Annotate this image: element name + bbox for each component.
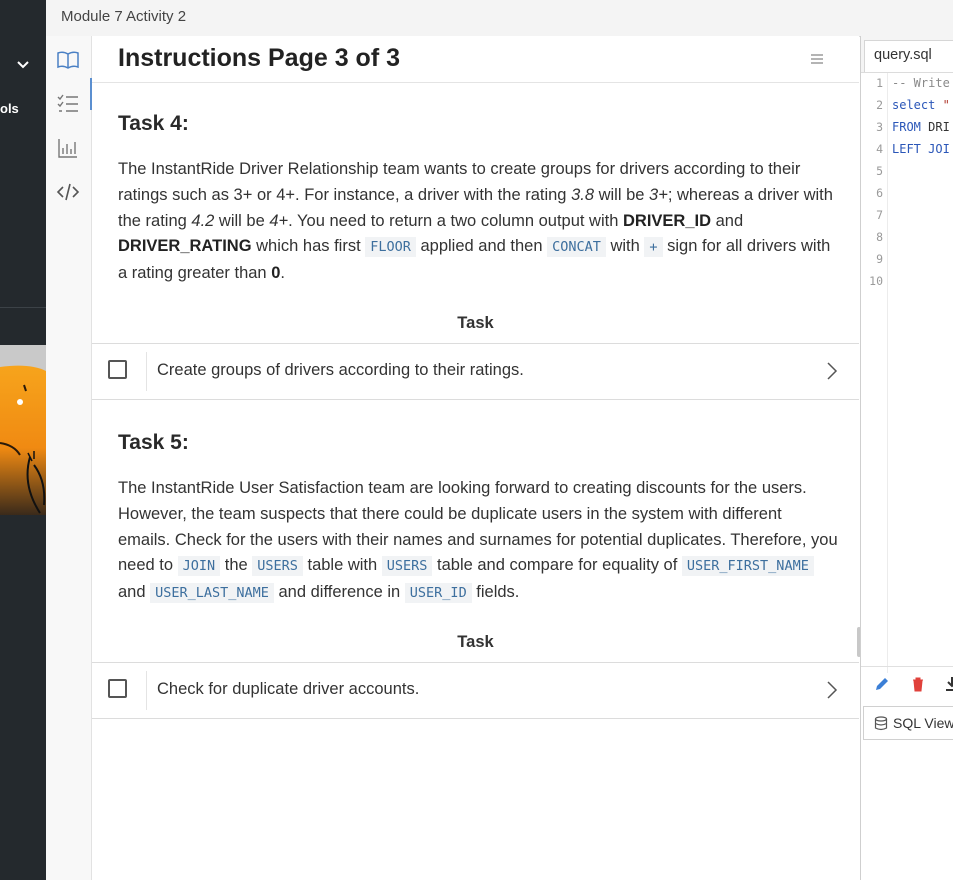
sql-view-label: SQL View [893,715,953,731]
code-line[interactable]: select " [892,98,950,112]
chevron-right-icon[interactable] [825,680,839,700]
line-number: 7 [876,208,883,222]
task-5-item[interactable]: Check for duplicate driver accounts. [92,662,859,719]
thumbnail-image [0,345,46,515]
inline-code: USERS [252,556,303,577]
task-4-item-label: Create groups of drivers according to th… [157,361,524,379]
code-token: LEFT JOI [892,142,950,156]
code-line[interactable]: FROM DRI [892,120,950,134]
sidebar-label-fragment[interactable]: ols [0,101,19,116]
line-number: 3 [876,120,883,134]
task-5-description: The InstantRide User Satisfaction team a… [118,476,838,607]
row-divider [146,352,147,391]
window-title: Module 7 Activity 2 [61,8,187,25]
line-number: 1 [876,76,883,90]
inline-code: + [644,237,663,258]
task-4-checkbox[interactable] [108,360,127,379]
italic-text: 3.8 [571,185,594,204]
line-number-gutter: 1 2 3 4 5 6 7 8 9 10 [861,73,888,673]
editor-toolbar [861,666,953,703]
top-bar: Module 7 Activity 2 [46,0,953,37]
line-number: 8 [876,230,883,244]
text-run: fields. [471,583,520,602]
code-icon[interactable] [56,180,80,204]
task-5-heading: Task 5: [118,431,189,454]
task-5-item-label: Check for duplicate driver accounts. [157,680,420,698]
page-title: Instructions Page 3 of 3 [118,44,401,72]
task-4-label: Task [457,314,494,332]
trash-icon[interactable] [909,675,927,693]
italic-text: 4+ [269,211,289,230]
line-number: 6 [876,186,883,200]
text-run: . [280,264,285,283]
tab-label: query.sql [874,47,932,63]
text-run: table and compare for equality of [432,556,682,575]
italic-text: 4.2 [191,211,215,230]
text-run: will be [594,185,650,204]
inline-code: FLOOR [365,237,416,258]
code-token: -- Write [892,76,950,90]
inline-code: USERS [381,556,433,577]
code-line[interactable]: -- Write [892,76,950,90]
menu-icon[interactable] [810,52,824,66]
task-4-item[interactable]: Create groups of drivers according to th… [92,343,859,400]
line-number: 5 [876,164,883,178]
inline-code: JOIN [177,556,221,577]
text-run: table with [302,556,382,575]
bar-chart-icon[interactable] [56,136,80,160]
text-run: and [711,211,744,230]
instructions-panel: Instructions Page 3 of 3 Task 4: The Ins… [92,36,859,880]
code-token: FROM [892,120,929,134]
text-run: . You need to return a two column output… [288,211,623,230]
text-run: and [118,583,151,602]
inline-code: USER_ID [404,583,472,604]
text-run: and difference in [273,583,405,602]
checklist-icon[interactable] [56,92,80,116]
bold-text: DRIVER_RATING [118,237,252,256]
left-sidebar: ols [0,0,46,880]
task-5-checkbox[interactable] [108,679,127,698]
line-number: 2 [876,98,883,112]
pencil-icon[interactable] [873,675,891,693]
code-token: select [892,98,943,112]
book-icon[interactable] [56,48,80,72]
text-run: will be [214,211,270,230]
database-icon [874,716,888,731]
text-run: which has first [251,237,366,256]
icon-rail [46,36,93,880]
italic-text: 3+ [649,185,668,204]
task-5-label: Task [457,633,494,651]
task-4-description: The InstantRide Driver Relationship team… [118,157,838,287]
editor-tab-strip: query.sql [861,36,953,73]
line-number: 9 [876,252,883,266]
row-divider [146,671,147,710]
chevron-down-icon[interactable] [14,56,32,74]
inline-code: CONCAT [547,237,606,258]
line-number: 4 [876,142,883,156]
text-run: the [220,556,253,575]
bold-text: DRIVER_ID [622,211,712,230]
line-number: 10 [869,274,883,288]
bold-text: 0 [271,264,281,283]
download-icon[interactable] [943,675,953,693]
code-token: " [942,98,950,112]
text-run: with [605,237,645,256]
task-4-heading: Task 4: [118,112,189,135]
tab-query-sql[interactable]: query.sql [864,40,953,72]
inline-code: USER_FIRST_NAME [681,556,814,577]
code-token: DRI [928,120,950,134]
text-run: applied and then [415,237,548,256]
code-line[interactable]: LEFT JOI [892,142,950,156]
chevron-right-icon[interactable] [825,361,839,381]
sql-view-tab[interactable]: SQL View [863,706,953,740]
panel-header: Instructions Page 3 of 3 [92,36,859,83]
sidebar-divider [0,307,46,308]
inline-code: USER_LAST_NAME [150,583,274,604]
sql-editor-pane: query.sql 1 2 3 4 5 6 7 8 9 10 -- Write select " FR… [860,36,953,880]
